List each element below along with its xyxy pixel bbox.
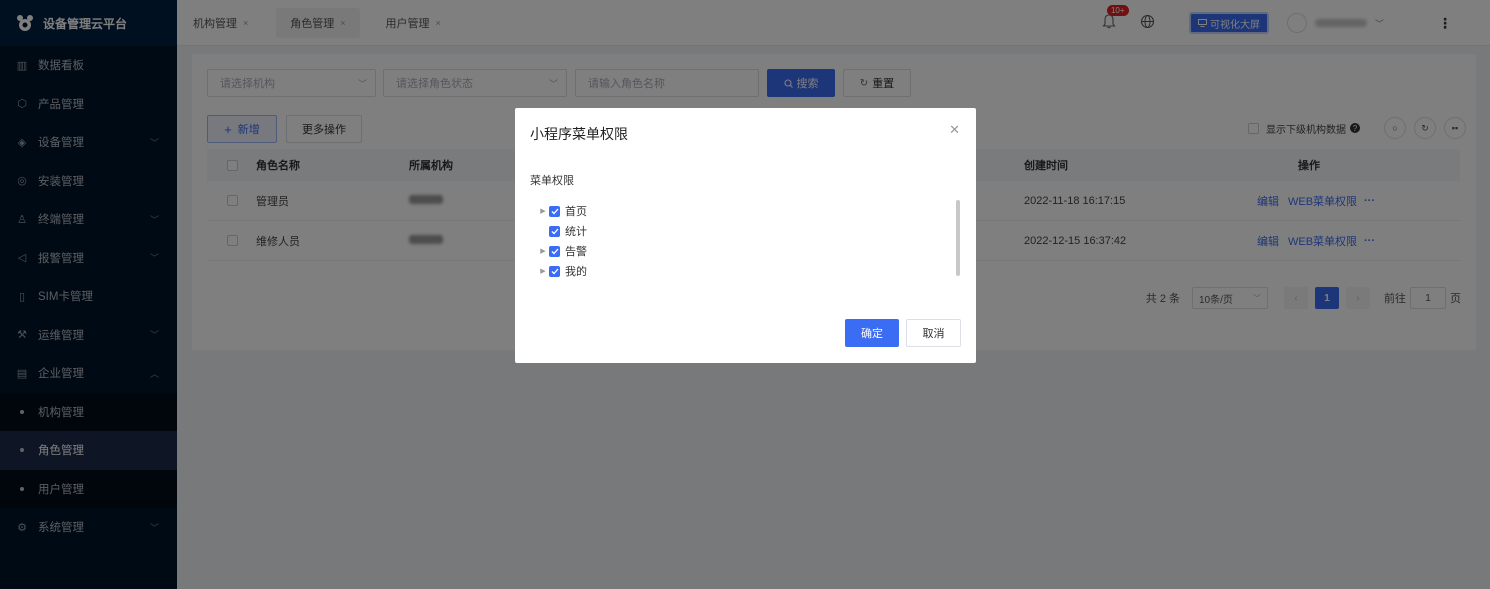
tree-node-label: 告警 [565,246,587,258]
tree-node-checkbox[interactable] [549,245,560,257]
caret-right-icon[interactable]: ▶ [537,207,549,215]
permission-tree: ▶ 首页 统计 ▶ 告警 ▶ 我的 [537,201,587,281]
cancel-button[interactable]: 取消 [906,319,961,347]
confirm-button[interactable]: 确定 [845,319,899,347]
caret-right-icon[interactable]: ▶ [537,247,549,255]
mini-program-permission-dialog: 小程序菜单权限 ✕ 菜单权限 ▶ 首页 统计 ▶ 告警 ▶ 我的 确定 取消 [515,108,976,363]
menu-permission-label: 菜单权限 [530,175,574,187]
tree-node-label: 首页 [565,206,587,218]
tree-node[interactable]: ▶ 首页 [537,201,587,221]
tree-node[interactable]: ▶ 我的 [537,261,587,281]
tree-node[interactable]: ▶ 告警 [537,241,587,261]
tree-node-label: 统计 [565,226,587,238]
tree-node-checkbox[interactable] [549,205,560,217]
tree-node-checkbox[interactable] [549,265,560,277]
caret-right-icon[interactable]: ▶ [537,267,549,275]
tree-scrollbar[interactable] [956,200,960,276]
tree-node-label: 我的 [565,266,587,278]
dialog-footer: 确定 取消 [845,319,961,347]
tree-node-checkbox[interactable] [549,225,560,237]
tree-node[interactable]: 统计 [537,221,587,241]
close-icon[interactable]: ✕ [949,122,960,138]
dialog-title: 小程序菜单权限 [530,126,628,142]
